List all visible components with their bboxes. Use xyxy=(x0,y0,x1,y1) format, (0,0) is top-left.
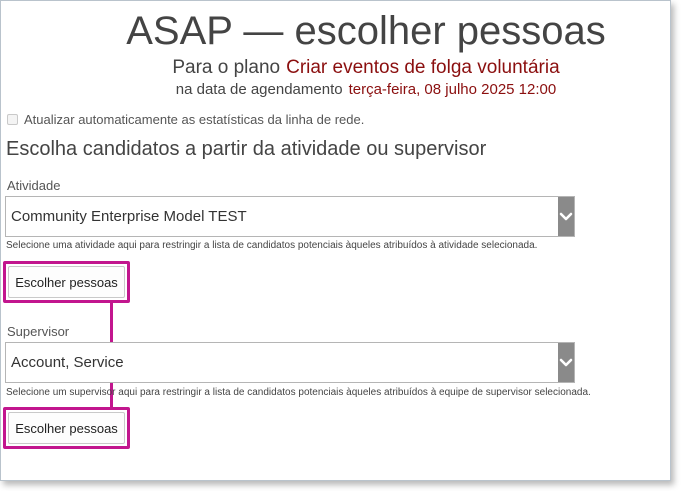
page-title: ASAP — escolher pessoas xyxy=(126,9,606,53)
activity-select-value: Community Enterprise Model TEST xyxy=(11,208,247,225)
date-prefix: na data de agendamento xyxy=(175,81,343,98)
auto-update-label: Atualizar automaticamente as estatística… xyxy=(24,112,365,127)
plan-name: Criar eventos de folga voluntária xyxy=(286,57,560,78)
date-value: terça-feira, 08 julho 2025 12:00 xyxy=(348,81,557,98)
activity-help-text: Selecione uma atividade aqui para restri… xyxy=(6,240,538,251)
supervisor-label: Supervisor xyxy=(7,324,70,339)
dialog-window: ASAP — escolher pessoas Para o plano Cria… xyxy=(0,0,671,481)
supervisor-help-text: Selecione um supervisor aqui para restri… xyxy=(6,387,591,398)
auto-update-checkbox[interactable] xyxy=(7,114,18,125)
chevron-down-icon[interactable] xyxy=(558,343,574,382)
supervisor-select-value: Account, Service xyxy=(11,354,124,371)
supervisor-choose-people-button[interactable]: Escolher pessoas xyxy=(8,412,125,444)
supervisor-select[interactable]: Account, Service xyxy=(5,342,575,383)
section-heading: Escolha candidatos a partir da atividade… xyxy=(6,138,487,160)
plan-line: Para o plano Criar eventos de folga volun… xyxy=(1,57,681,79)
chevron-down-icon[interactable] xyxy=(558,197,574,236)
auto-update-row: Atualizar automaticamente as estatística… xyxy=(7,112,364,127)
activity-select[interactable]: Community Enterprise Model TEST xyxy=(5,196,575,237)
plan-prefix: Para o plano xyxy=(172,57,281,78)
activity-choose-people-button[interactable]: Escolher pessoas xyxy=(8,266,125,298)
date-line: na data de agendamento terça-feira, 08 ju… xyxy=(1,81,681,98)
activity-label: Atividade xyxy=(7,178,61,193)
